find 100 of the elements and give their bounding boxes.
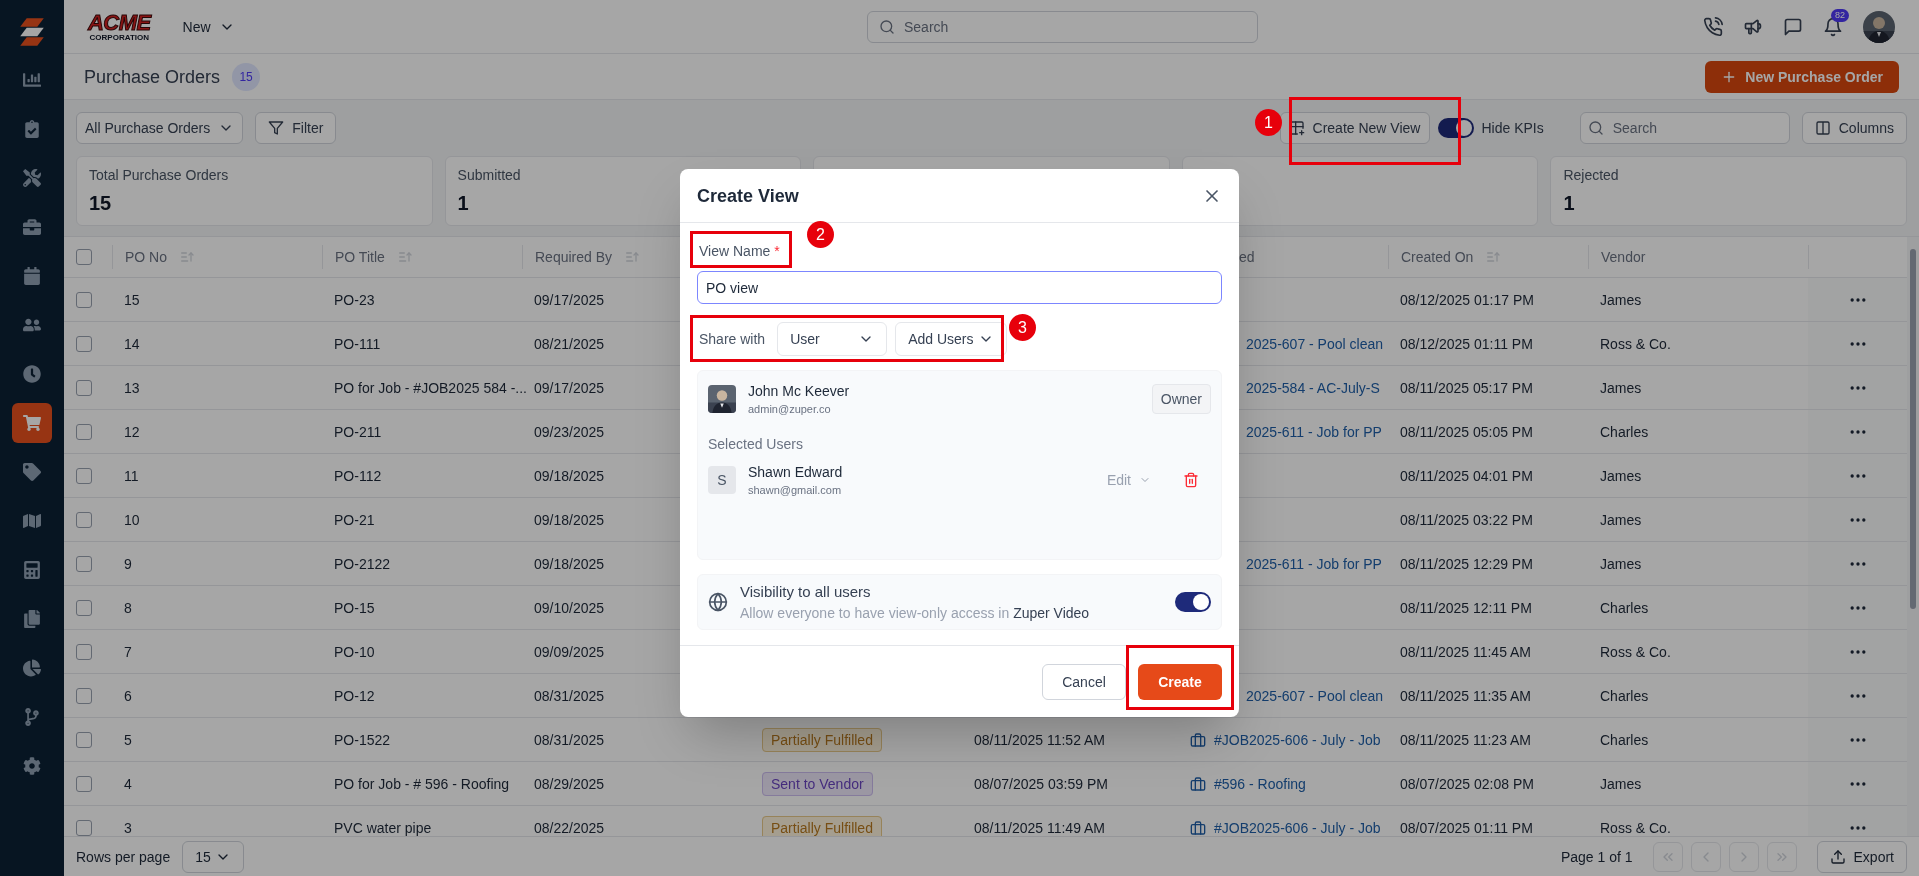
table-cell: Ross & Co.	[1600, 643, 1671, 660]
share-type-select[interactable]: User	[777, 322, 888, 356]
field-label: View Name *	[699, 242, 780, 261]
new-menu[interactable]: New	[182, 16, 235, 37]
files-icon	[23, 610, 41, 628]
column-header: ed	[1239, 248, 1255, 267]
checkbox[interactable]	[76, 335, 92, 352]
checkbox[interactable]	[76, 423, 92, 440]
filter-button[interactable]: Filter	[255, 112, 337, 144]
hide-kpis-toggle[interactable]	[1437, 118, 1474, 138]
table-cell: PO-211	[334, 423, 382, 440]
view-name-field[interactable]: PO view	[697, 271, 1222, 304]
table-cell: 9	[124, 555, 132, 572]
table-cell: 08/11/2025 11:52 AM	[974, 731, 1106, 748]
sidebar-item[interactable]	[12, 403, 52, 443]
table-cell: 09/23/2025	[534, 423, 605, 440]
table-cell: PO-12	[334, 687, 375, 704]
columns-button[interactable]: Columns	[1801, 112, 1907, 144]
checkbox[interactable]	[76, 467, 92, 484]
cancel-button[interactable]: Cancel	[1042, 663, 1126, 700]
create-new-view-button[interactable]: Create New View	[1279, 112, 1430, 144]
new-purchase-order-button[interactable]: New Purchase Order	[1705, 60, 1899, 93]
toggle-label: Hide KPIs	[1481, 119, 1544, 138]
scrollbar[interactable]	[1907, 237, 1919, 836]
view-select[interactable]: All Purchase Orders	[76, 112, 244, 144]
table-cell: 08/12/2025 01:17 PM	[1400, 291, 1534, 308]
table-cell: 08/11/2025 12:11 PM	[1400, 599, 1532, 616]
table-cell: 09/10/2025	[534, 599, 605, 616]
job-link[interactable]: 2025-607 - Pool clean	[1246, 335, 1383, 352]
table-cell: PO-15	[334, 599, 375, 616]
table-cell: 08/21/2025	[534, 335, 605, 352]
table-cell: 08/11/2025 03:22 PM	[1400, 511, 1533, 528]
table-cell: 10	[124, 511, 140, 528]
cart-icon	[23, 414, 41, 432]
clock-icon	[23, 365, 41, 383]
table-cell: 09/17/2025	[534, 379, 605, 396]
checkbox[interactable]	[76, 599, 92, 616]
add-users-select[interactable]: Add Users	[895, 322, 1008, 356]
table-cell: 08/31/2025	[534, 687, 605, 704]
user-name: John Mc Keever	[748, 382, 850, 401]
table-search-field[interactable]: Search	[1579, 112, 1790, 144]
table-row[interactable]: 4 PO for Job - # 596 - Roofing 08/29/2025 Sent to Vendor 08/07/2025 03:59 PM #596 - Roofing 08/07/2025 02:08 PM James	[64, 762, 1907, 806]
checkbox[interactable]	[76, 555, 92, 572]
search-field[interactable]: Search	[867, 10, 1258, 43]
table-row[interactable]: 5 PO-1522 08/31/2025 Partially Fulfilled 08/11/2025 11:52 AM #JOB2025-606 - July - Job 08/11/2025 11:23 AM Charles	[64, 718, 1907, 762]
checkbox[interactable]	[76, 731, 92, 748]
table-cell: 09/18/2025	[534, 511, 605, 528]
chat-icon[interactable]	[1783, 16, 1803, 37]
briefcase-icon	[1190, 819, 1206, 836]
checkbox[interactable]	[76, 249, 92, 265]
table-cell: Ross & Co.	[1600, 335, 1671, 352]
checkbox[interactable]	[76, 819, 92, 836]
phone-icon[interactable]	[1703, 16, 1723, 37]
checkbox[interactable]	[76, 687, 92, 704]
table-cell: 7	[124, 643, 132, 660]
job-link[interactable]: 2025-607 - Pool clean	[1246, 687, 1383, 704]
checkbox[interactable]	[76, 379, 92, 396]
logo-subtext: CORPORATION	[89, 33, 149, 42]
column-header: Created On	[1401, 248, 1474, 267]
column-header: PO No	[125, 248, 167, 267]
table-cell: James	[1600, 379, 1642, 396]
table-cell: 5	[124, 731, 132, 748]
job-link[interactable]: 2025-611 - Job for PP	[1246, 555, 1382, 572]
table-cell: PO for Job - # 596 - Roofing	[334, 775, 510, 792]
search-icon	[879, 18, 895, 35]
table-cell: 09/18/2025	[534, 467, 605, 484]
table-cell: PO-1522	[334, 731, 391, 748]
visibility-toggle[interactable]	[1175, 592, 1211, 612]
briefcase-icon	[1190, 775, 1206, 792]
rows-per-page-label: Rows per page	[76, 847, 171, 867]
checkbox[interactable]	[76, 291, 92, 308]
branch-icon	[23, 708, 41, 726]
table-cell: 08/22/2025	[534, 819, 605, 836]
table-cell: 14	[124, 335, 140, 352]
map-icon	[23, 512, 41, 530]
create-button[interactable]: Create	[1138, 663, 1222, 700]
checkbox[interactable]	[76, 775, 92, 792]
checkbox[interactable]	[76, 643, 92, 660]
bell-icon[interactable]	[1823, 16, 1843, 37]
job-link[interactable]: #596 - Roofing	[1214, 773, 1306, 794]
job-link[interactable]: 2025-584 - AC-July-S	[1246, 379, 1380, 396]
rows-per-page-select[interactable]: 15	[182, 840, 245, 873]
job-link[interactable]: #JOB2025-606 - July - Job	[1214, 729, 1381, 750]
pie-chart-icon	[23, 659, 41, 677]
kpi-label: Submitted	[457, 166, 521, 185]
export-button[interactable]: Export	[1816, 840, 1907, 873]
page-title: Purchase Orders	[84, 65, 221, 89]
bar-chart-icon	[23, 71, 41, 89]
table-cell: James	[1600, 775, 1642, 792]
notification-badge: 82	[1831, 8, 1849, 22]
table-cell: Ross & Co.	[1600, 819, 1671, 836]
table-cell: PO-23	[334, 291, 375, 308]
checkbox[interactable]	[76, 511, 92, 528]
delete-icon[interactable]	[1183, 471, 1199, 488]
user-initial-avatar: S	[708, 465, 736, 494]
job-link[interactable]: #JOB2025-606 - July - Job	[1214, 817, 1381, 836]
table-cell: Charles	[1600, 687, 1649, 704]
column-header: Required By	[535, 248, 613, 267]
kpi-label: Rejected	[1563, 166, 1619, 185]
job-link[interactable]: 2025-611 - Job for PP	[1246, 423, 1382, 440]
